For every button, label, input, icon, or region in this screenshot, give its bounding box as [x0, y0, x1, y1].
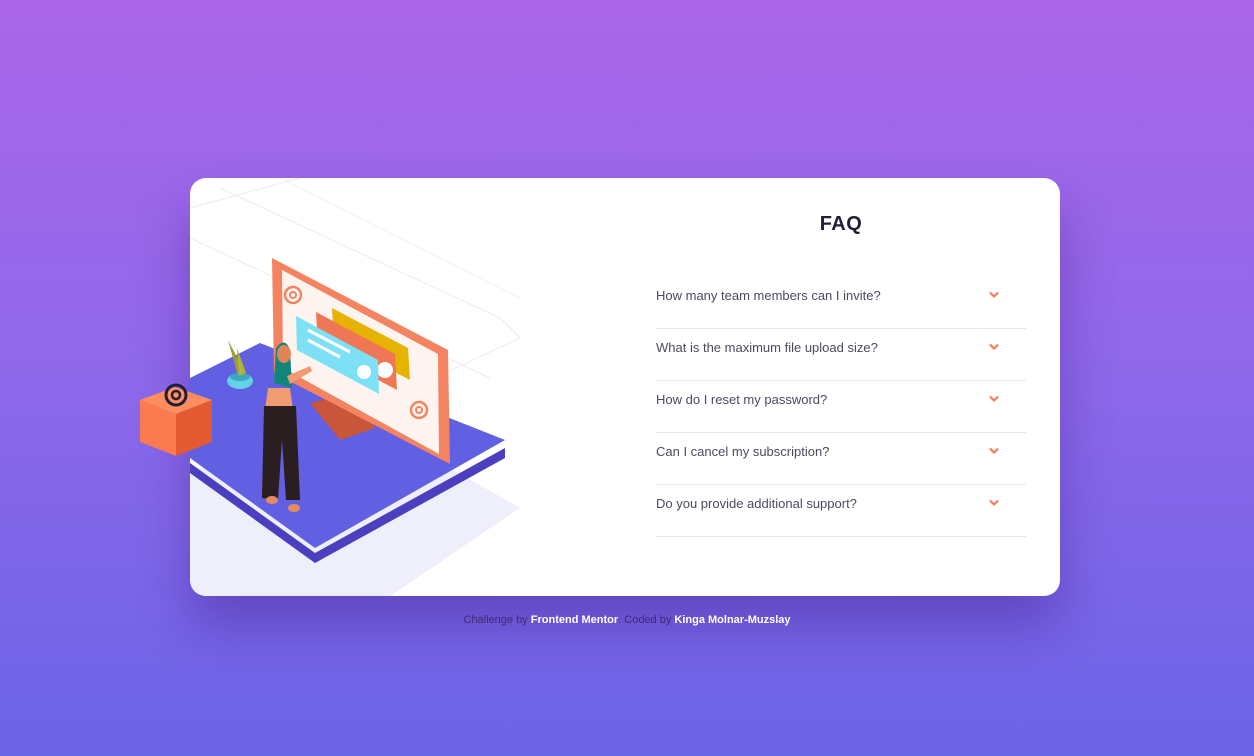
faq-question[interactable]: How many team members can I invite? — [656, 288, 881, 304]
faq-item[interactable]: How do I reset my password? — [656, 381, 1026, 433]
frontend-mentor-link[interactable]: Frontend Mentor — [531, 614, 618, 626]
faq-title: FAQ — [819, 213, 863, 235]
woman-online-illustration — [190, 178, 521, 596]
faq-question[interactable]: Can I cancel my subscription? — [656, 444, 829, 460]
faq-question[interactable]: How do I reset my password? — [656, 392, 827, 408]
at-sign-box-illustration — [140, 383, 212, 456]
chevron-down-icon[interactable] — [988, 446, 1000, 456]
faq-card: FAQ How many team members can I invite? … — [140, 178, 1060, 596]
chevron-down-icon[interactable] — [988, 394, 1000, 404]
chevron-down-icon[interactable] — [988, 290, 1000, 300]
attribution-middle: . Coded by — [618, 614, 672, 626]
attribution: Challenge by Frontend Mentor. Coded by K… — [0, 613, 1254, 627]
faq-item[interactable]: Can I cancel my subscription? — [656, 433, 1026, 485]
faq-item[interactable]: What is the maximum file upload size? — [656, 329, 1026, 381]
faq-item[interactable]: Do you provide additional support? — [656, 485, 1026, 537]
faq-question[interactable]: What is the maximum file upload size? — [656, 340, 878, 356]
chevron-down-icon[interactable] — [988, 498, 1000, 508]
faq-item[interactable]: How many team members can I invite? — [656, 277, 1026, 329]
chevron-down-icon[interactable] — [988, 342, 1000, 352]
faq-section: FAQ How many team members can I invite? … — [656, 178, 1026, 537]
author-link[interactable]: Kinga Molnar-Muzslay — [674, 614, 790, 626]
attribution-prefix: Challenge by — [463, 614, 528, 626]
faq-list: How many team members can I invite? What… — [656, 277, 1026, 537]
faq-question[interactable]: Do you provide additional support? — [656, 496, 857, 512]
